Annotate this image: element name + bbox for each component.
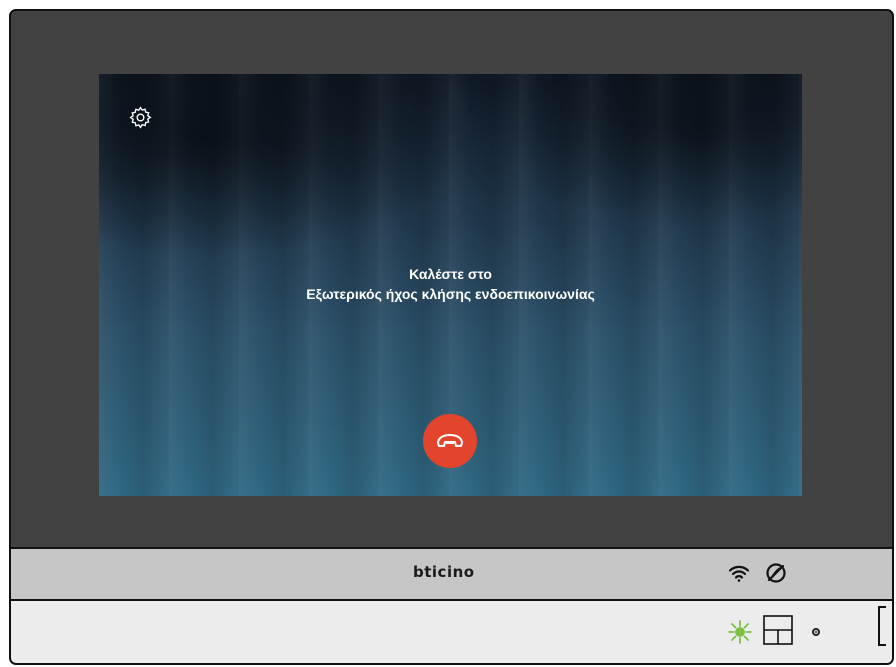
call-message: Καλέστε στο Εξωτερικός ήχος κλήσης ενδοε… <box>99 264 802 304</box>
message-line-2: Εξωτερικός ήχος κλήσης ενδοεπικοινωνίας <box>306 286 595 302</box>
display-screen: Καλέστε στο Εξωτερικός ήχος κλήσης ενδοε… <box>99 74 802 496</box>
gear-icon[interactable] <box>128 105 153 130</box>
device-status-bar: bticino <box>11 547 892 601</box>
device-lower-panel <box>11 601 892 663</box>
hangup-button[interactable] <box>423 414 477 468</box>
intercom-device: Καλέστε στο Εξωτερικός ήχος κλήσης ενδοε… <box>9 9 894 665</box>
wifi-icon <box>727 561 751 585</box>
home-button-icon[interactable] <box>763 615 793 645</box>
phone-hangup-icon <box>436 431 464 451</box>
microphone-dot-icon <box>812 628 820 636</box>
led-indicator-icon <box>727 619 753 645</box>
side-tab <box>878 606 886 646</box>
brand-logo: bticino <box>413 563 475 581</box>
message-line-1: Καλέστε στο <box>409 266 492 282</box>
do-not-disturb-icon <box>764 561 788 585</box>
